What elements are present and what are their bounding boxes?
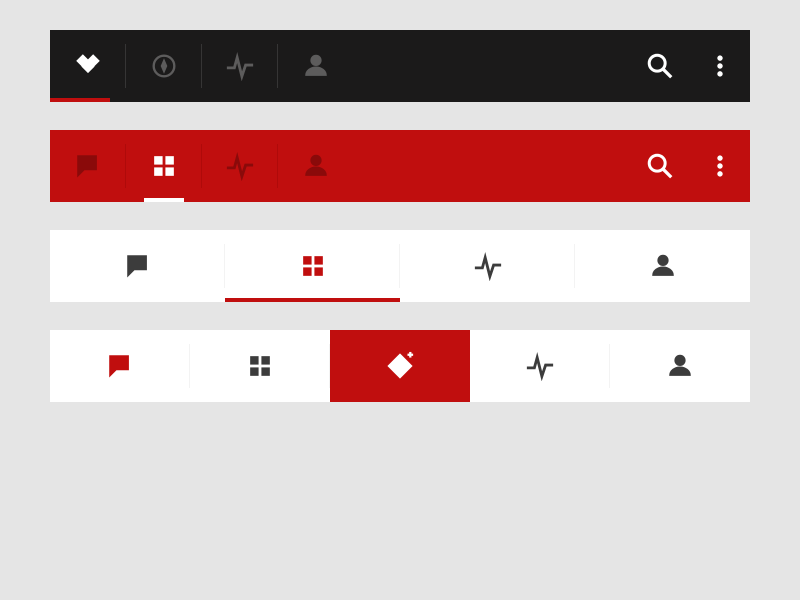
grid-icon <box>149 151 179 181</box>
search-icon <box>645 51 675 81</box>
diamonds-logo-icon <box>73 51 103 81</box>
chat-icon <box>123 251 153 281</box>
tab-apps[interactable] <box>190 330 330 402</box>
tab-chat[interactable] <box>50 130 126 202</box>
tab-indicator <box>225 298 400 302</box>
tab-activity[interactable] <box>202 130 278 202</box>
tab-chat[interactable] <box>50 230 225 302</box>
tab-profile[interactable] <box>575 230 750 302</box>
search-button[interactable] <box>630 30 690 102</box>
more-button[interactable] <box>690 130 750 202</box>
tab-chat[interactable] <box>50 330 190 402</box>
tab-home[interactable] <box>50 30 126 102</box>
activity-icon <box>225 51 255 81</box>
user-icon <box>301 51 331 81</box>
activity-icon <box>473 251 503 281</box>
tab-profile[interactable] <box>610 330 750 402</box>
tab-apps[interactable] <box>126 130 202 202</box>
more-vertical-icon <box>706 152 734 180</box>
tab-activity[interactable] <box>400 230 575 302</box>
tab-compose[interactable] <box>330 330 470 402</box>
activity-icon <box>525 351 555 381</box>
more-vertical-icon <box>706 52 734 80</box>
tab-activity[interactable] <box>470 330 610 402</box>
tab-indicator <box>144 198 184 202</box>
tab-apps[interactable] <box>225 230 400 302</box>
chat-icon <box>73 151 103 181</box>
tab-indicator <box>50 98 110 102</box>
tabbar-white-4 <box>50 230 750 302</box>
tabbar-red <box>50 130 750 202</box>
more-button[interactable] <box>690 30 750 102</box>
tab-profile[interactable] <box>278 30 354 102</box>
grid-icon <box>245 351 275 381</box>
activity-icon <box>225 151 255 181</box>
tabbar-dark <box>50 30 750 102</box>
diamond-plus-icon <box>385 351 415 381</box>
user-icon <box>648 251 678 281</box>
chat-icon <box>105 351 135 381</box>
compass-icon <box>149 51 179 81</box>
tabbar-white-5 <box>50 330 750 402</box>
tab-explore[interactable] <box>126 30 202 102</box>
user-icon <box>665 351 695 381</box>
grid-icon <box>298 251 328 281</box>
tab-profile[interactable] <box>278 130 354 202</box>
user-icon <box>301 151 331 181</box>
search-icon <box>645 151 675 181</box>
tab-activity[interactable] <box>202 30 278 102</box>
search-button[interactable] <box>630 130 690 202</box>
